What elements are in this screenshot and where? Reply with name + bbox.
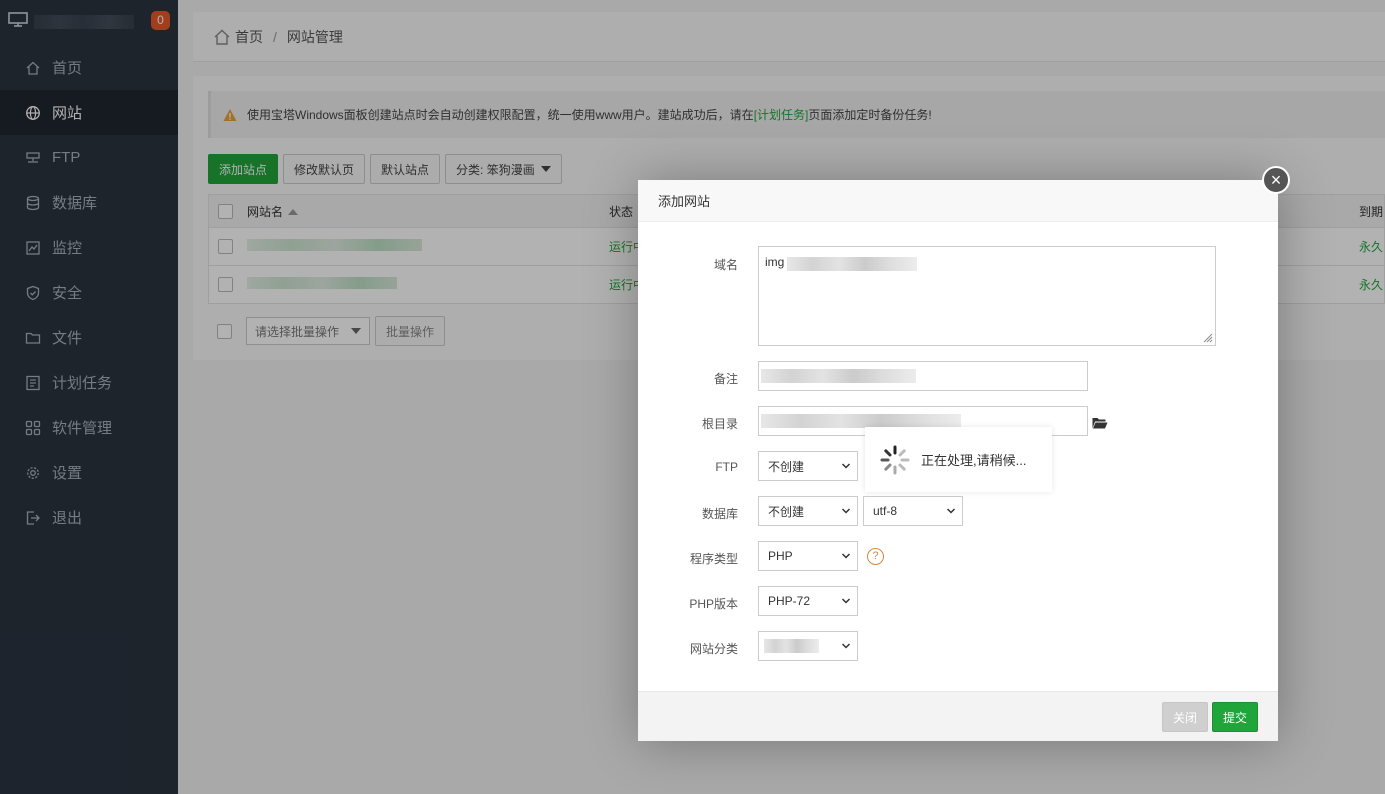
dialog-title: 添加网站 <box>638 180 1278 222</box>
submit-button[interactable]: 提交 <box>1212 702 1259 732</box>
database-select-value: 不创建 <box>768 504 805 519</box>
remark-label: 备注 <box>713 372 738 386</box>
remark-input[interactable] <box>758 361 1088 391</box>
site-category-label: 网站分类 <box>689 642 738 656</box>
remark-redacted <box>761 369 916 383</box>
database-label: 数据库 <box>701 507 738 521</box>
domain-redacted <box>787 257 917 271</box>
site-category-redacted <box>764 639 819 653</box>
chevron-down-icon <box>841 553 851 559</box>
resize-grip-icon[interactable] <box>1201 331 1213 343</box>
ftp-select[interactable]: 不创建 <box>758 451 858 481</box>
program-type-value: PHP <box>768 549 793 563</box>
domain-label: 域名 <box>713 258 738 272</box>
chevron-down-icon <box>841 463 851 469</box>
php-version-select[interactable]: PHP-72 <box>758 586 858 616</box>
help-icon[interactable]: ? <box>867 548 884 565</box>
php-version-value: PHP-72 <box>768 594 811 608</box>
folder-open-icon[interactable] <box>1092 416 1108 430</box>
domain-textarea[interactable]: img <box>758 246 1216 346</box>
site-category-select[interactable] <box>758 631 858 661</box>
ftp-label: FTP <box>715 460 738 474</box>
database-select[interactable]: 不创建 <box>758 496 858 526</box>
loading-text: 正在处理,请稍候... <box>921 453 1027 468</box>
close-button[interactable]: 关闭 <box>1162 702 1209 732</box>
charset-select-value: utf-8 <box>873 504 898 518</box>
chevron-down-icon <box>841 508 851 514</box>
close-icon[interactable]: × <box>1262 166 1290 194</box>
dialog-footer: 关闭 提交 <box>638 691 1278 741</box>
charset-select[interactable]: utf-8 <box>863 496 963 526</box>
chevron-down-icon <box>946 508 956 514</box>
domain-value: img <box>765 255 785 269</box>
root-dir-redacted <box>761 414 961 428</box>
program-type-select[interactable]: PHP <box>758 541 858 571</box>
loading-indicator: 正在处理,请稍候... <box>865 427 1052 492</box>
ftp-select-value: 不创建 <box>768 459 805 474</box>
chevron-down-icon <box>841 598 851 604</box>
php-version-label: PHP版本 <box>689 597 738 611</box>
chevron-down-icon <box>841 643 851 649</box>
root-dir-label: 根目录 <box>701 417 738 431</box>
spinner-icon <box>880 445 910 474</box>
program-type-label: 程序类型 <box>689 552 738 566</box>
